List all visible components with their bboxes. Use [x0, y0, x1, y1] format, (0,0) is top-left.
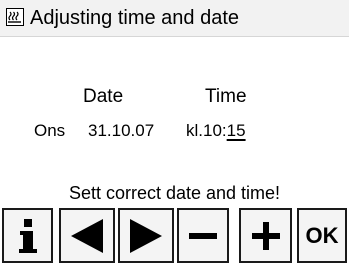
increase-button[interactable] — [239, 208, 292, 263]
status-message: Sett correct date and time! — [68, 183, 281, 203]
time-prefix: kl. — [186, 121, 203, 140]
weekday-value: Ons — [34, 121, 66, 140]
page-title: Adjusting time and date — [30, 7, 240, 29]
arrow-left-icon — [67, 217, 107, 255]
next-button[interactable] — [118, 208, 174, 263]
arrow-right-icon — [126, 217, 166, 255]
info-button[interactable] — [2, 208, 53, 263]
date-label: Date — [83, 86, 124, 107]
ok-button[interactable]: OK — [297, 208, 347, 263]
date-value[interactable]: 31.10.07 — [88, 121, 154, 141]
title-bar: Adjusting time and date — [0, 0, 349, 37]
minutes-value[interactable]: 15 — [227, 121, 246, 140]
heating-icon — [6, 8, 24, 26]
hours-value[interactable]: 10 — [203, 121, 222, 140]
time-label: Time — [205, 86, 247, 107]
ok-label: OK — [305, 222, 339, 248]
decrease-button[interactable] — [177, 208, 229, 263]
previous-button[interactable] — [59, 208, 115, 263]
time-value: kl.10:15 — [186, 121, 246, 141]
plus-icon — [250, 220, 282, 252]
info-icon — [17, 217, 39, 255]
minus-icon — [187, 220, 219, 252]
